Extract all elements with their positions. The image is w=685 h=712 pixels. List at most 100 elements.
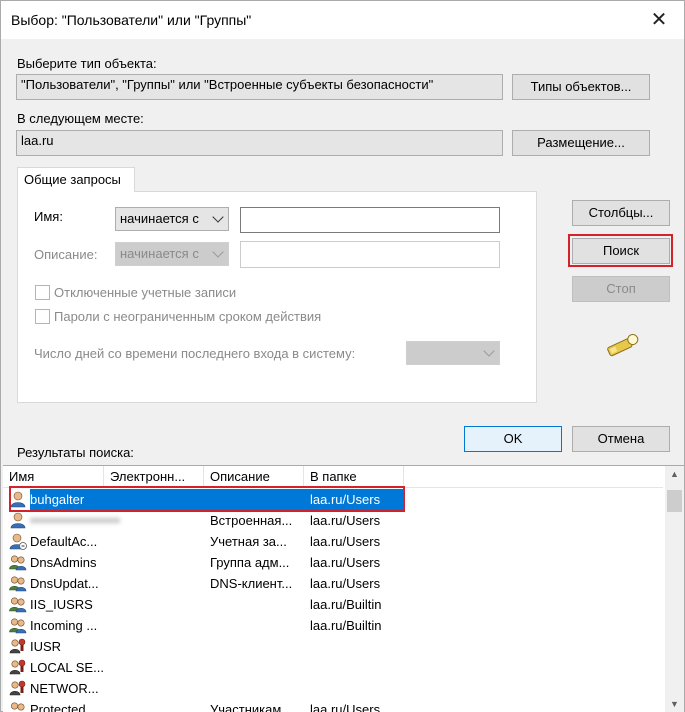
cell-description: Участникам... [210,702,293,712]
search-button[interactable]: Поиск [572,238,670,264]
cell-email [110,594,204,615]
disabled-accounts-checkbox[interactable] [35,285,50,300]
object-type-label: Выберите тип объекта: [17,56,157,71]
column-header-description[interactable]: Описание [204,466,304,488]
non-expiring-passwords-checkbox[interactable] [35,309,50,324]
cell-name: NETWOR... [30,681,99,696]
cell-description [210,594,304,615]
chevron-down-icon [212,211,224,223]
ok-button[interactable]: OK [464,426,562,452]
column-header-email[interactable]: Электронн... [104,466,204,488]
vertical-scrollbar[interactable]: ▲ ▼ [665,466,684,712]
chevron-down-icon [483,345,495,357]
table-row[interactable]: Встроенная... laa.ru/Users [3,510,663,531]
cell-folder [310,636,404,657]
column-header-name[interactable]: Имя [3,466,104,488]
user-icon [9,512,27,529]
days-since-login-label: Число дней со времени последнего входа в… [34,346,356,361]
cell-email [110,531,204,552]
cell-email [110,636,204,657]
location-field: laa.ru [16,130,503,156]
table-row[interactable]: DnsAdmins Группа адм... laa.ru/Users [3,552,663,573]
cell-folder [310,657,404,678]
group-icon [9,596,27,613]
principal-icon [9,680,27,697]
results-header: Имя Электронн... Описание В папке [3,466,663,488]
cell-description: Группа адм... [210,555,290,570]
cell-folder: laa.ru/Builtin [310,618,382,633]
cell-description [210,615,304,636]
cell-email [110,615,204,636]
table-row[interactable]: DefaultAc... Учетная за... laa.ru/Users [3,531,663,552]
cell-folder: laa.ru/Users [310,489,404,510]
scroll-up-icon[interactable]: ▲ [665,466,684,483]
select-users-dialog: Выбор: "Пользователи" или "Группы" ✕ Выб… [0,0,685,712]
cell-description [210,636,304,657]
non-expiring-passwords-label: Пароли с неограниченным сроком действия [54,309,322,324]
scroll-thumb[interactable] [667,490,682,512]
days-since-login-select[interactable] [406,341,500,365]
principal-icon [9,638,27,655]
table-row[interactable]: LOCAL SE... [3,657,663,678]
results-label: Результаты поиска: [17,445,134,460]
cell-description [210,657,304,678]
table-row[interactable]: IUSR [3,636,663,657]
common-queries-panel: Имя: начинается с Описание: начинается с… [17,191,537,403]
user-icon [9,491,27,508]
name-input[interactable] [240,207,500,233]
user-disabled-icon [9,533,27,550]
scroll-down-icon[interactable]: ▼ [665,696,684,712]
cell-name: IIS_IUSRS [30,597,93,612]
table-row[interactable]: Protected ... Участникам... laa.ru/Users [3,699,663,712]
cell-folder: laa.ru/Builtin [310,597,382,612]
stop-button[interactable]: Стоп [572,276,670,302]
cell-name: DnsAdmins [30,555,97,570]
cell-description: DNS-клиент... [210,576,293,591]
cell-email [110,678,204,699]
search-animation-icon [607,334,639,357]
cell-email [110,657,204,678]
cell-folder [310,678,404,699]
group-icon [9,554,27,571]
table-row[interactable]: IIS_IUSRS laa.ru/Builtin [3,594,663,615]
group-icon [9,575,27,592]
cell-folder: laa.ru/Users [310,702,381,712]
description-mode-select[interactable]: начинается с [115,242,229,266]
cell-folder: laa.ru/Users [310,576,381,591]
cell-name: buhgalter [30,489,104,510]
table-row[interactable]: buhgalter laa.ru/Users [3,489,663,510]
tab-common-queries[interactable]: Общие запросы [17,167,135,192]
cell-name: DefaultAc... [30,534,98,549]
table-row[interactable]: Incoming ... laa.ru/Builtin [3,615,663,636]
cell-email [110,552,204,573]
cell-description: Встроенная... [210,513,293,528]
group-icon [9,617,27,634]
cell-name: Incoming ... [30,618,98,633]
locations-button[interactable]: Размещение... [512,130,650,156]
cell-name: Protected ... [30,702,101,712]
title-bar: Выбор: "Пользователи" или "Группы" ✕ [1,1,684,39]
cell-folder: laa.ru/Users [310,555,381,570]
principal-icon [9,659,27,676]
cancel-button[interactable]: Отмена [572,426,670,452]
name-label: Имя: [34,209,63,224]
close-icon[interactable]: ✕ [646,7,672,33]
cell-description [210,489,304,510]
object-types-button[interactable]: Типы объектов... [512,74,650,100]
description-input[interactable] [240,241,500,268]
object-type-field: "Пользователи", "Группы" или "Встроенные… [16,74,503,100]
cell-folder: laa.ru/Users [310,513,381,528]
table-row[interactable]: NETWOR... [3,678,663,699]
columns-button[interactable]: Столбцы... [572,200,670,226]
location-label: В следующем месте: [17,111,144,126]
cell-description [210,678,304,699]
name-mode-select[interactable]: начинается с [115,207,229,231]
table-row[interactable]: DnsUpdat... DNS-клиент... laa.ru/Users [3,573,663,594]
cell-email [110,489,204,510]
cell-name: LOCAL SE... [30,660,104,675]
cell-email [110,510,204,531]
dialog-title: Выбор: "Пользователи" или "Группы" [11,12,252,28]
column-header-folder[interactable]: В папке [304,466,404,488]
results-list[interactable]: Имя Электронн... Описание В папке buhgal… [3,465,684,712]
description-mode-value: начинается с [120,246,199,261]
